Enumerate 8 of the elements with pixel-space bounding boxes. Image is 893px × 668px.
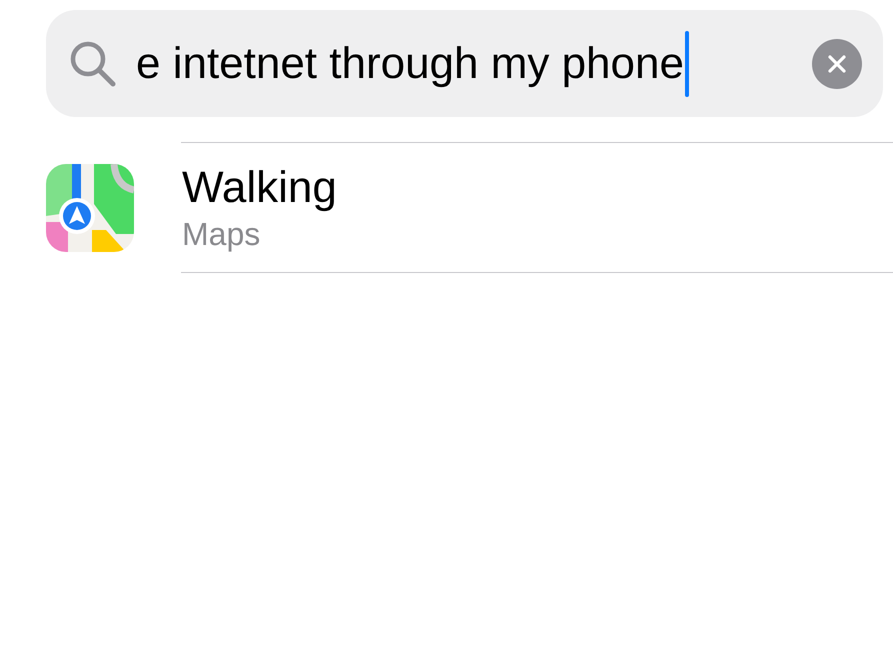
result-title[interactable]: Walking (182, 162, 337, 214)
close-icon (827, 54, 847, 74)
result-subtitle: Maps (182, 214, 262, 254)
search-field[interactable]: e intetnet through my phone (46, 10, 883, 117)
search-text: e intetnet through my phone (136, 38, 684, 88)
text-cursor (684, 30, 689, 96)
clear-button[interactable] (812, 38, 862, 88)
map-app-icon[interactable] (46, 164, 134, 252)
